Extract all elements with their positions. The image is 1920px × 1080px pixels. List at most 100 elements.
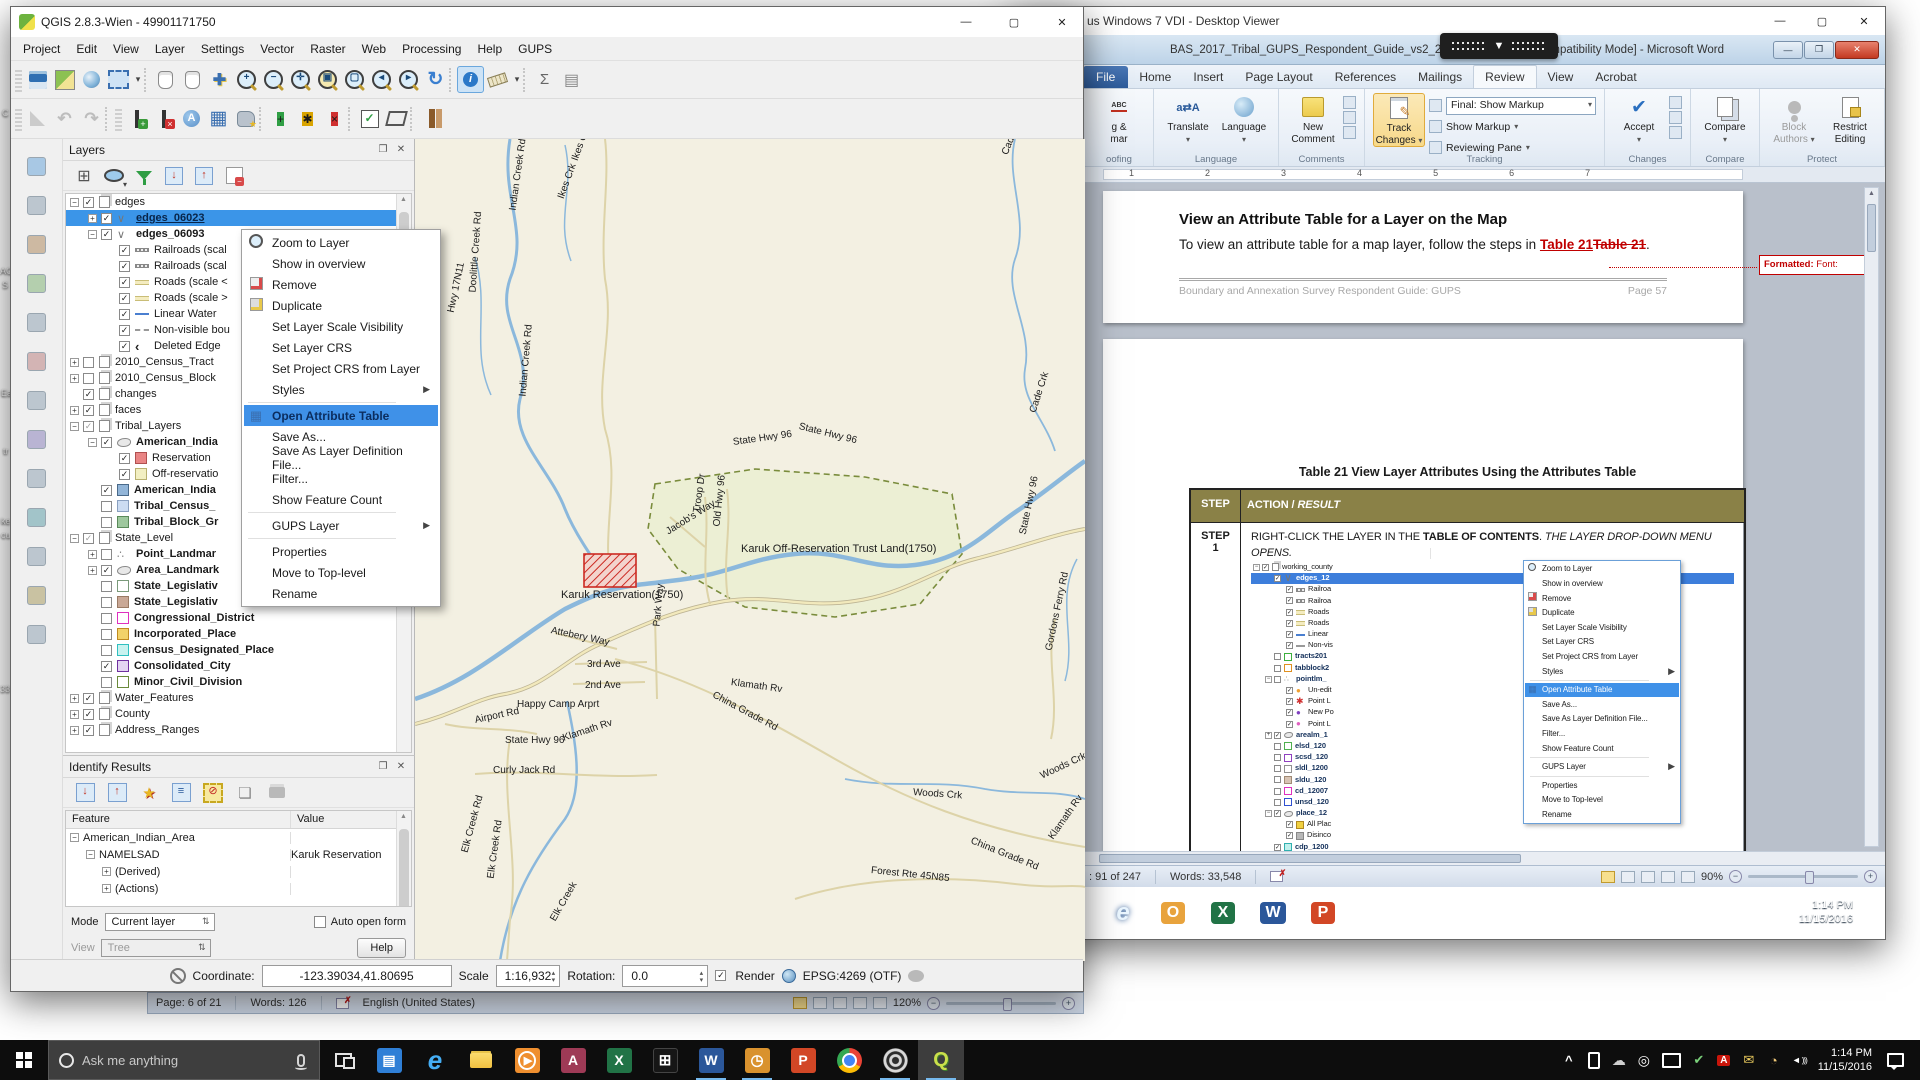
language-button[interactable]: Language▾ [1218,93,1270,145]
bg-word-count[interactable]: Words: 126 [250,997,306,1009]
layer-checkbox[interactable] [101,485,112,496]
auto-open-form-checkbox[interactable] [314,916,326,928]
word-minimize-button[interactable]: — [1773,41,1803,59]
composer-icon[interactable] [558,66,585,93]
merge-icon[interactable] [23,582,50,609]
draft-view-button[interactable] [873,997,887,1009]
dropdown[interactable] [132,66,144,93]
menu-item[interactable]: Raster [302,39,353,59]
layer-checkbox[interactable] [101,629,112,640]
word-close-button[interactable]: ✕ [1835,41,1879,59]
zoom-out-button[interactable]: − [1729,870,1742,883]
zoom-slider[interactable] [946,1002,1056,1005]
field-calculator-icon[interactable] [232,105,259,132]
filter-legend-icon[interactable] [133,165,155,187]
new-map-icon[interactable] [51,66,78,93]
layer-checkbox[interactable] [119,293,130,304]
expander-icon[interactable] [88,214,97,223]
digitize-icon[interactable] [23,270,50,297]
ribbon-tab[interactable]: Insert [1182,66,1234,88]
expand-all-icon[interactable] [163,165,185,187]
label-icon[interactable] [178,105,205,132]
zoom-slider[interactable] [1748,875,1858,878]
layer-checkbox[interactable] [119,261,130,272]
layer-checkbox[interactable] [101,229,112,240]
validate-icon[interactable] [356,105,383,132]
vdi-taskbar-icon[interactable] [1303,893,1343,933]
menu-item[interactable]: Processing [394,39,469,59]
layer-row[interactable]: Congressional_District [66,610,411,626]
show-markup-button[interactable]: Show Markup ▾ [1429,117,1596,136]
draw-shape-icon[interactable] [383,105,410,132]
map-canvas[interactable]: Ikes CrkIkes CrkIndian Creek RdDoolittle… [415,139,1085,961]
taskbar-app[interactable] [780,1040,826,1080]
sep[interactable] [449,68,457,92]
context-menu-item[interactable]: Duplicate [244,295,438,316]
dropdown[interactable] [511,66,523,93]
layer-row[interactable]: Address_Ranges [66,722,411,738]
save-icon[interactable] [24,66,51,93]
fullscreen-view-button[interactable] [1621,871,1635,883]
context-menu-item[interactable]: Set Layer CRS [244,337,438,358]
next-change-icon[interactable] [1669,126,1682,139]
close-panel-icon[interactable]: ✕ [394,144,408,155]
view-select[interactable]: Tree [101,939,211,957]
coordinate-input[interactable]: -123.39034,41.80695 [262,965,452,987]
outline-view-button[interactable] [853,997,867,1009]
add-point-icon[interactable] [267,105,294,132]
expander-icon[interactable] [102,884,111,893]
print-layout-view-button[interactable] [793,997,807,1009]
cut-feature-icon[interactable] [23,387,50,414]
layer-checkbox[interactable] [83,405,94,416]
layer-row[interactable]: Incorporated_Place [66,626,411,642]
taskbar-app[interactable] [826,1040,872,1080]
layer-checkbox[interactable] [83,373,94,384]
word-count[interactable]: Words: 33,548 [1170,871,1241,883]
usb-icon[interactable] [1587,1052,1601,1069]
expander-icon[interactable] [70,694,79,703]
context-menu-item[interactable]: Zoom to Layer [244,232,438,253]
ribbon-tab[interactable]: Home [1128,66,1182,88]
taskbar-app[interactable] [366,1040,412,1080]
print-results-icon[interactable] [265,781,289,805]
layer-checkbox[interactable] [119,245,130,256]
layer-checkbox[interactable] [101,613,112,624]
word-horizontal-scrollbar[interactable] [1009,851,1885,865]
rotate-icon[interactable] [23,621,50,648]
taskbar-app[interactable] [918,1040,964,1080]
pan-to-selection-icon[interactable] [206,66,233,93]
zoom-next-icon[interactable] [395,66,422,93]
word-maximize-button[interactable]: ❐ [1804,41,1834,59]
float-panel-icon[interactable]: ❐ [376,761,390,772]
feature-column-header[interactable]: Feature [66,811,291,828]
display-icon[interactable] [1662,1053,1681,1068]
qgis-titlebar[interactable]: QGIS 2.8.3-Wien - 49901171750 — ▢ ✕ [11,7,1083,37]
taskbar-app[interactable] [458,1040,504,1080]
taskbar-app[interactable] [688,1040,734,1080]
context-menu-item[interactable]: Set Project CRS from Layer [244,358,438,379]
identify-row[interactable]: American_Indian_Area [66,829,411,846]
taskbar-app[interactable] [550,1040,596,1080]
clear-results-icon[interactable] [201,781,225,805]
taskbar-app[interactable] [872,1040,918,1080]
expander-icon[interactable] [70,534,79,543]
identify-results-table[interactable]: FeatureValue American_Indian_Area NAMELS… [65,810,412,907]
sep[interactable] [523,68,531,92]
touch-icon[interactable] [152,66,179,93]
menu-item[interactable]: Settings [193,39,252,59]
vdi-taskbar-icon[interactable] [1253,893,1293,933]
taskbar-app[interactable] [504,1040,550,1080]
spellcheck-status-icon[interactable] [336,998,349,1009]
fullscreen-view-button[interactable] [813,997,827,1009]
layer-row[interactable]: Water_Features [66,690,411,706]
add-group-icon[interactable] [73,165,95,187]
ruler[interactable]: 1234567 [1009,167,1885,183]
layer-checkbox[interactable] [119,341,130,352]
layer-checkbox[interactable] [83,389,94,400]
citrix-tray-icon[interactable] [1637,1052,1651,1069]
vdi-taskbar-icon[interactable] [1103,893,1143,933]
web-icon[interactable] [78,66,105,93]
layer-row[interactable]: County [66,706,411,722]
desktop-viewer-toolbar-grip[interactable]: ▼ [1440,33,1558,59]
compare-button[interactable]: Compare▾ [1699,93,1751,145]
